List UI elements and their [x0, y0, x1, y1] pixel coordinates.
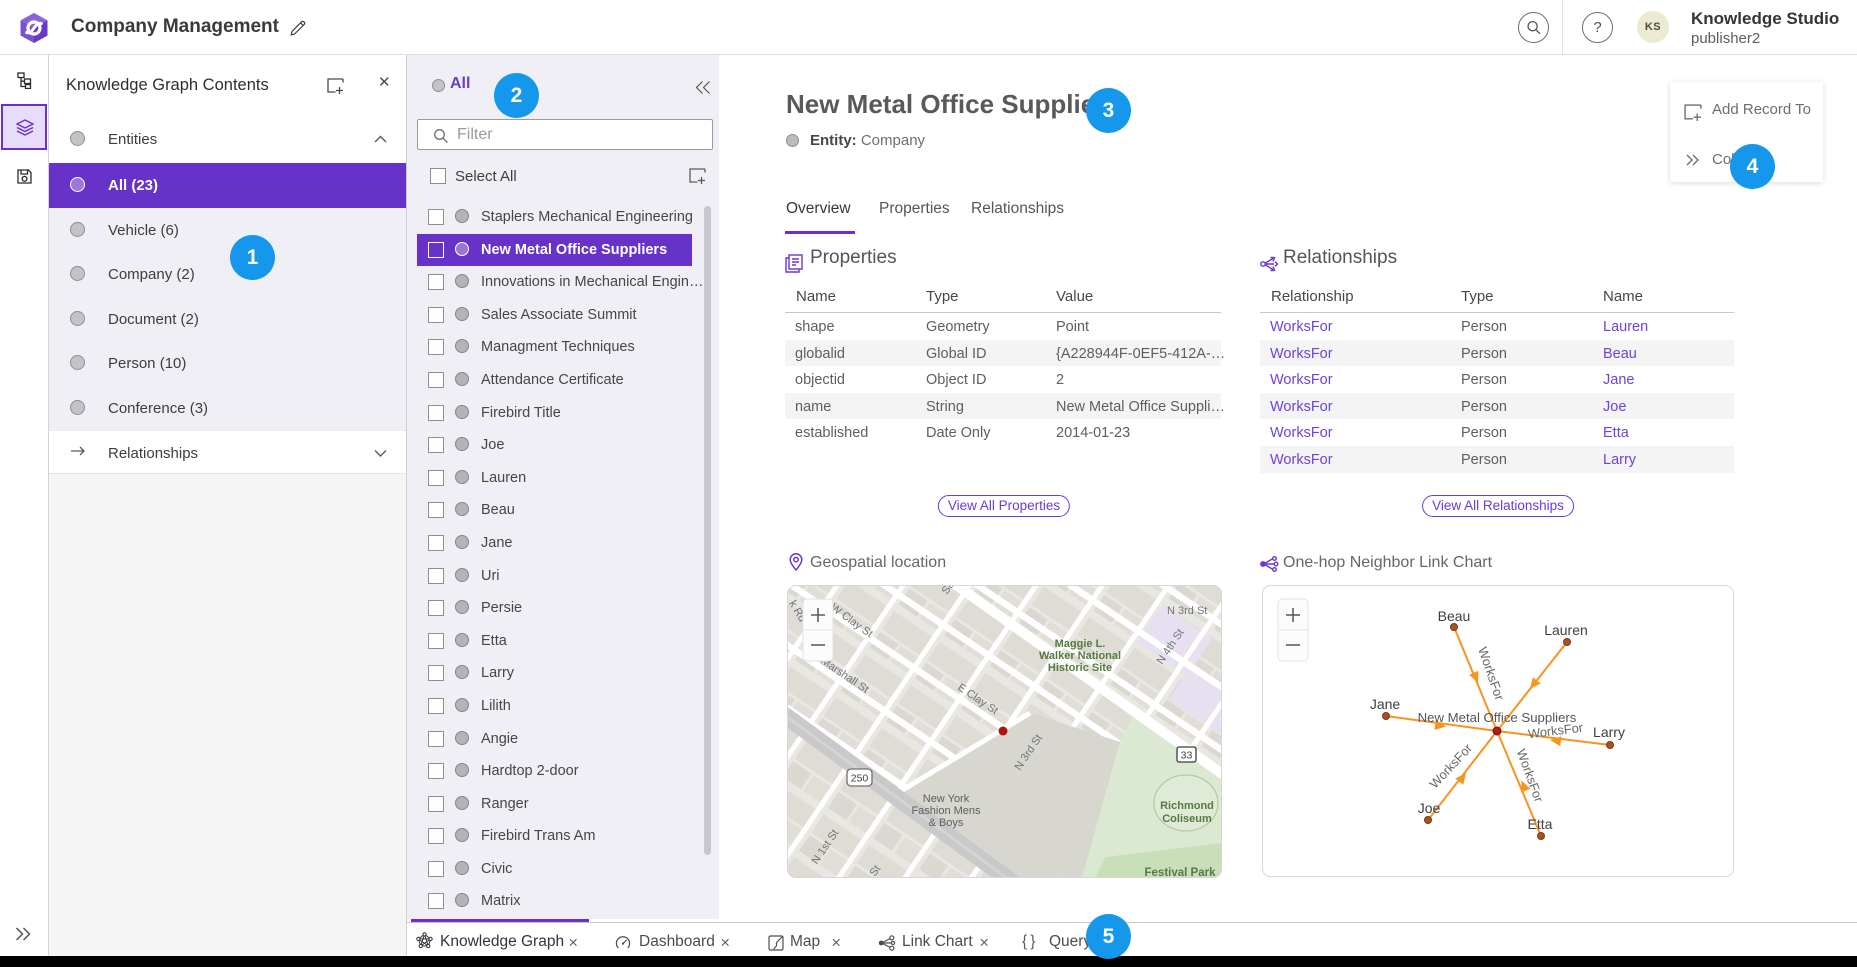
svg-text:N 3rd St: N 3rd St — [1167, 605, 1207, 617]
svg-text:Maggie L.: Maggie L. — [1055, 638, 1106, 650]
svg-text:Walker National: Walker National — [1039, 650, 1121, 662]
svg-text:Coliseum: Coliseum — [1162, 813, 1212, 825]
svg-text:Lauren: Lauren — [1544, 622, 1588, 638]
svg-text:33: 33 — [1181, 750, 1193, 762]
svg-text:250: 250 — [851, 773, 869, 785]
svg-text:Etta: Etta — [1528, 816, 1553, 832]
svg-text:Larry: Larry — [1593, 724, 1625, 740]
svg-text:& Boys: & Boys — [929, 817, 964, 829]
svg-text:Jane: Jane — [1370, 696, 1401, 712]
svg-text:Joe: Joe — [1418, 800, 1441, 816]
svg-text:New York: New York — [923, 793, 970, 805]
svg-text:Beau: Beau — [1438, 608, 1471, 624]
svg-text:Richmond: Richmond — [1160, 800, 1214, 812]
svg-text:Festival Park: Festival Park — [1145, 867, 1217, 878]
svg-text:Historic Site: Historic Site — [1048, 662, 1112, 674]
svg-text:Fashion Mens: Fashion Mens — [911, 805, 981, 817]
